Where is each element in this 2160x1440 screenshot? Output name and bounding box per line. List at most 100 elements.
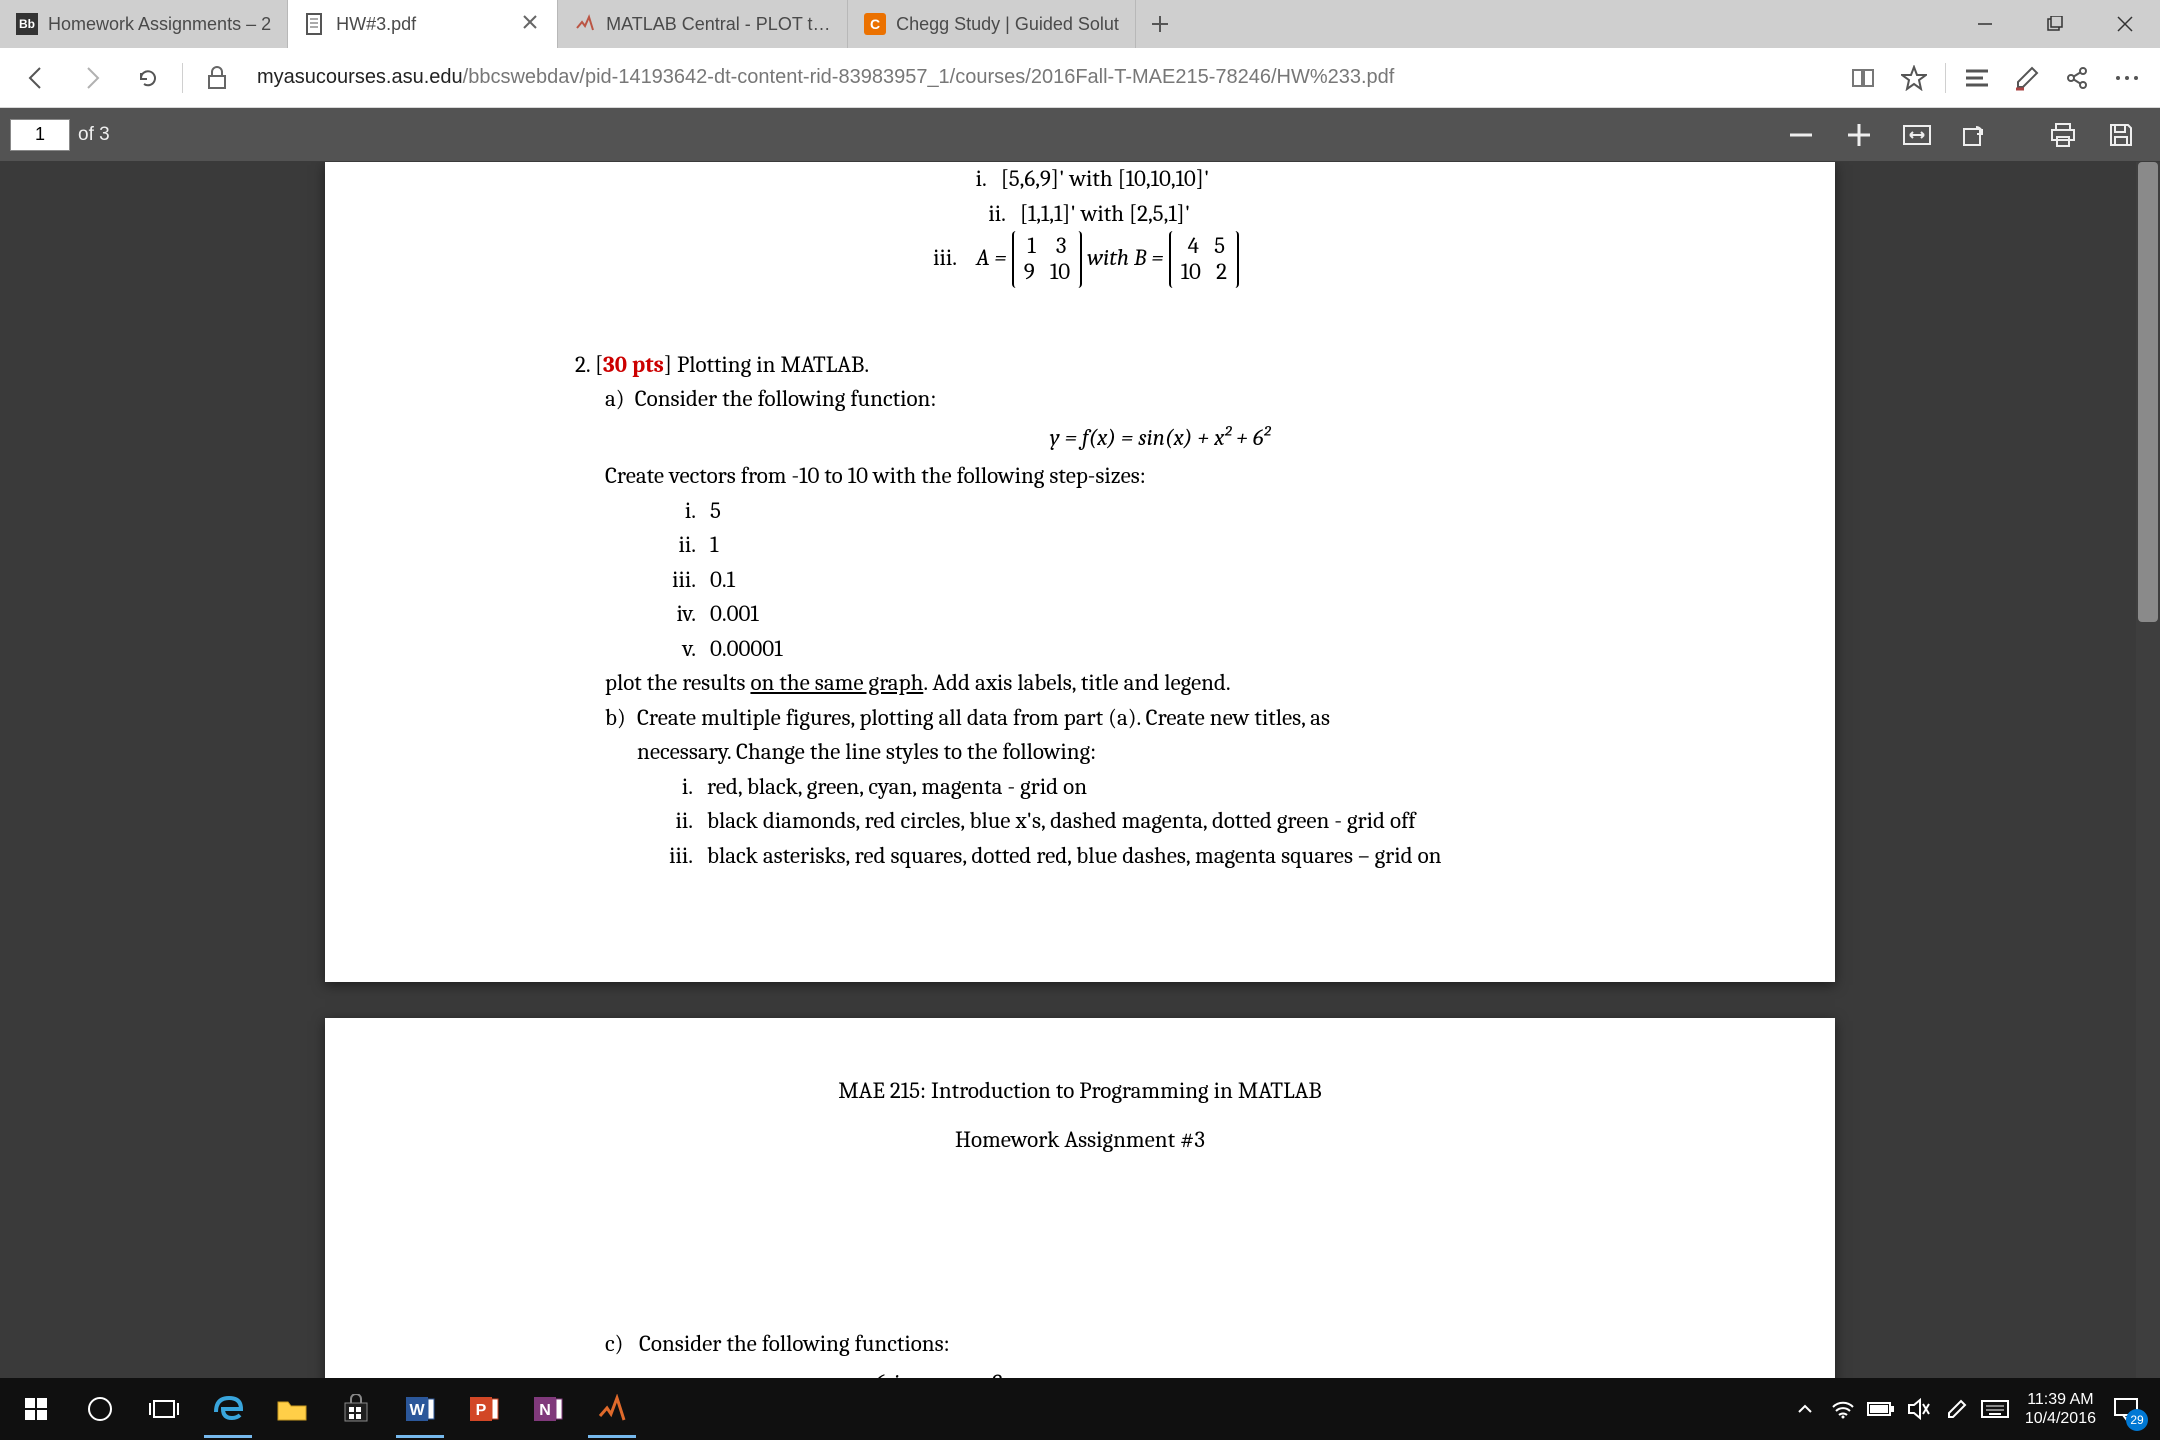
hub-icon[interactable]: [1952, 53, 2002, 103]
rotate-button[interactable]: [1946, 115, 2004, 155]
part-c: c) Consider the following functions: y₁ …: [605, 1327, 1715, 1378]
system-tray: 11:39 AM 10/4/2016 29: [1787, 1390, 2156, 1428]
step-value: 0.001: [710, 600, 759, 627]
windows-taskbar: W P N 11:39 AM 10/4/2016 29: [0, 1378, 2160, 1440]
save-button[interactable]: [2092, 115, 2150, 155]
part-text: . Add axis labels, title and legend.: [923, 669, 1230, 696]
taskbar-app-store[interactable]: [324, 1380, 388, 1438]
chegg-icon: C: [864, 13, 886, 35]
minimize-button[interactable]: [1950, 0, 2020, 48]
formula: y₁ = 6sin x₁ + cos 2x₁: [639, 1366, 1215, 1379]
favorite-icon[interactable]: [1889, 53, 1939, 103]
clock-time: 11:39 AM: [2025, 1390, 2096, 1409]
window-controls: [1950, 0, 2160, 48]
item-label: iii.: [921, 241, 971, 276]
back-button[interactable]: [8, 50, 64, 106]
item-label: v.: [660, 632, 710, 667]
url-path: /bbcswebdav/pid-14193642-dt-content-rid-…: [463, 66, 1395, 89]
zoom-out-button[interactable]: [1772, 115, 1830, 155]
scrollbar-thumb[interactable]: [2138, 162, 2158, 622]
tab-pdf[interactable]: HW#3.pdf: [288, 0, 558, 48]
item-label: ii.: [660, 528, 710, 563]
hw-header: Homework Assignment #3: [445, 1123, 1715, 1158]
part-text: Create vectors from -10 to 10 with the f…: [605, 459, 1715, 494]
cortana-button[interactable]: [68, 1380, 132, 1438]
zoom-in-button[interactable]: [1830, 115, 1888, 155]
tab-matlab-central[interactable]: MATLAB Central - PLOT twc: [558, 0, 848, 48]
new-tab-button[interactable]: [1136, 0, 1184, 48]
part-text: Consider the following functions:: [639, 1327, 1215, 1362]
item-label: i.: [657, 770, 707, 805]
item-text: [5,6,9]' with [10,10,10]': [1001, 165, 1210, 192]
question-2: 2. [30 pts] Plotting in MATLAB. a) Consi…: [575, 348, 1715, 874]
volume-icon[interactable]: [1901, 1391, 1937, 1427]
matrix-row: 4 5: [1181, 233, 1227, 259]
taskbar-app-powerpoint[interactable]: P: [452, 1380, 516, 1438]
pdf-page-1: i. [5,6,9]' with [10,10,10]' ii. [1,1,1]' …: [325, 162, 1835, 982]
item-label: i.: [660, 494, 710, 529]
step-value: 0.00001: [710, 635, 783, 662]
forward-button[interactable]: [64, 50, 120, 106]
item-text: red, black, green, cyan, magenta - grid …: [707, 773, 1087, 800]
taskbar-app-onenote[interactable]: N: [516, 1380, 580, 1438]
close-icon[interactable]: [523, 15, 541, 33]
tab-label: Chegg Study | Guided Solut: [896, 14, 1119, 35]
task-view-button[interactable]: [132, 1380, 196, 1438]
clock-date: 10/4/2016: [2025, 1409, 2096, 1428]
tray-expand-icon[interactable]: [1787, 1391, 1823, 1427]
pdf-viewport[interactable]: i. [5,6,9]' with [10,10,10]' ii. [1,1,1]' …: [0, 162, 2160, 1378]
tab-blackboard[interactable]: Bb Homework Assignments – 2: [0, 0, 288, 48]
item-text: [1,1,1]' with [2,5,1]': [1020, 200, 1190, 227]
tab-label: HW#3.pdf: [336, 14, 513, 35]
step-value: 5: [710, 497, 721, 524]
browser-tabstrip: Bb Homework Assignments – 2 HW#3.pdf MAT…: [0, 0, 2160, 48]
pen-icon[interactable]: [1939, 1391, 1975, 1427]
webnote-icon[interactable]: [2002, 53, 2052, 103]
divider: [182, 63, 183, 93]
action-center-icon[interactable]: 29: [2108, 1391, 2144, 1427]
taskbar-app-edge[interactable]: [196, 1380, 260, 1438]
svg-text:P: P: [476, 1402, 487, 1419]
maximize-button[interactable]: [2020, 0, 2090, 48]
taskbar-app-matlab[interactable]: [580, 1380, 644, 1438]
step-value: 0.1: [710, 566, 735, 593]
matrix-mid: with B =: [1082, 244, 1169, 271]
url-field[interactable]: myasucourses.asu.edu/bbcswebdav/pid-1419…: [245, 66, 1839, 89]
notification-count: 29: [2126, 1409, 2148, 1431]
step-value: 1: [710, 531, 718, 558]
taskbar-clock[interactable]: 11:39 AM 10/4/2016: [2015, 1390, 2106, 1428]
battery-icon[interactable]: [1863, 1391, 1899, 1427]
tab-label: Homework Assignments – 2: [48, 14, 271, 35]
wifi-icon[interactable]: [1825, 1391, 1861, 1427]
mathworks-icon: [574, 13, 596, 35]
part-text: Create multiple figures, plotting all da…: [637, 701, 1442, 736]
item-label: iv.: [660, 597, 710, 632]
document-icon: [304, 13, 326, 35]
taskbar-app-word[interactable]: W: [388, 1380, 452, 1438]
close-window-button[interactable]: [2090, 0, 2160, 48]
item-label: iii.: [657, 839, 707, 874]
part-label: a): [605, 385, 625, 412]
keyboard-icon[interactable]: [1977, 1391, 2013, 1427]
address-bar: myasucourses.asu.edu/bbcswebdav/pid-1419…: [0, 48, 2160, 108]
matrix-row: 9 10: [1024, 259, 1070, 285]
item-label: iii.: [660, 563, 710, 598]
tab-chegg[interactable]: C Chegg Study | Guided Solut: [848, 0, 1136, 48]
taskbar-app-file-explorer[interactable]: [260, 1380, 324, 1438]
lock-icon[interactable]: [189, 50, 245, 106]
print-button[interactable]: [2034, 115, 2092, 155]
start-button[interactable]: [4, 1380, 68, 1438]
divider: [1945, 63, 1946, 93]
part-text: necessary. Change the line styles to the…: [637, 735, 1442, 770]
more-icon[interactable]: [2102, 53, 2152, 103]
reading-view-icon[interactable]: [1839, 53, 1889, 103]
item-label: ii.: [657, 804, 707, 839]
tab-label: MATLAB Central - PLOT twc: [606, 14, 831, 35]
q-title: Plotting in MATLAB.: [677, 351, 869, 378]
share-icon[interactable]: [2052, 53, 2102, 103]
page-number-input[interactable]: [10, 119, 70, 151]
refresh-button[interactable]: [120, 50, 176, 106]
vertical-scrollbar[interactable]: [2136, 162, 2160, 1378]
fit-width-button[interactable]: [1888, 115, 1946, 155]
svg-text:W: W: [409, 1402, 425, 1419]
